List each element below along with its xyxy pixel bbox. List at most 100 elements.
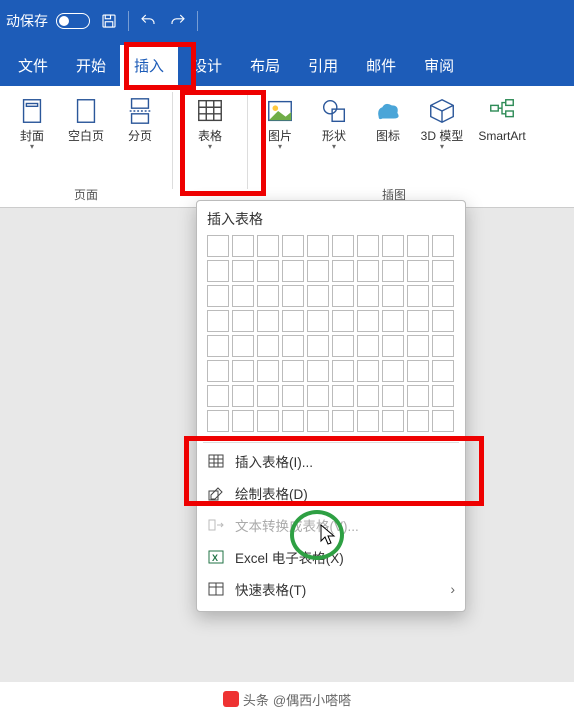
grid-cell[interactable]	[257, 310, 279, 332]
grid-cell[interactable]	[432, 335, 454, 357]
save-icon[interactable]	[98, 10, 120, 32]
grid-cell[interactable]	[382, 385, 404, 407]
grid-cell[interactable]	[257, 285, 279, 307]
grid-cell[interactable]	[382, 360, 404, 382]
page-break-button[interactable]: 分页	[114, 90, 166, 184]
tab-design[interactable]: 设计	[178, 45, 236, 86]
cover-page-button[interactable]: 封面▾	[6, 90, 58, 184]
tab-layout[interactable]: 布局	[236, 45, 294, 86]
tab-file[interactable]: 文件	[4, 45, 62, 86]
grid-cell[interactable]	[282, 410, 304, 432]
grid-cell[interactable]	[282, 235, 304, 257]
grid-cell[interactable]	[432, 260, 454, 282]
grid-cell[interactable]	[382, 410, 404, 432]
grid-cell[interactable]	[332, 310, 354, 332]
grid-cell[interactable]	[432, 385, 454, 407]
menu-insert-table[interactable]: 插入表格(I)...	[197, 445, 465, 477]
grid-cell[interactable]	[407, 410, 429, 432]
grid-cell[interactable]	[332, 335, 354, 357]
grid-cell[interactable]	[407, 285, 429, 307]
grid-cell[interactable]	[257, 235, 279, 257]
menu-quick-tables[interactable]: 快速表格(T) ›	[197, 573, 465, 605]
grid-cell[interactable]	[382, 260, 404, 282]
grid-cell[interactable]	[282, 335, 304, 357]
grid-cell[interactable]	[232, 410, 254, 432]
grid-cell[interactable]	[207, 410, 229, 432]
grid-cell[interactable]	[407, 335, 429, 357]
icons-button[interactable]: 图标	[362, 90, 414, 184]
grid-cell[interactable]	[332, 260, 354, 282]
grid-cell[interactable]	[357, 285, 379, 307]
grid-cell[interactable]	[332, 410, 354, 432]
blank-page-button[interactable]: 空白页	[60, 90, 112, 184]
grid-cell[interactable]	[432, 310, 454, 332]
tab-insert[interactable]: 插入	[120, 45, 178, 86]
tab-references[interactable]: 引用	[294, 45, 352, 86]
grid-cell[interactable]	[382, 235, 404, 257]
grid-cell[interactable]	[207, 335, 229, 357]
grid-cell[interactable]	[207, 235, 229, 257]
grid-cell[interactable]	[282, 360, 304, 382]
grid-cell[interactable]	[257, 410, 279, 432]
grid-cell[interactable]	[332, 285, 354, 307]
grid-cell[interactable]	[232, 335, 254, 357]
undo-icon[interactable]	[137, 10, 159, 32]
tab-mail[interactable]: 邮件	[352, 45, 410, 86]
grid-cell[interactable]	[332, 235, 354, 257]
grid-cell[interactable]	[332, 360, 354, 382]
grid-cell[interactable]	[357, 360, 379, 382]
grid-cell[interactable]	[257, 385, 279, 407]
grid-cell[interactable]	[307, 235, 329, 257]
grid-cell[interactable]	[432, 285, 454, 307]
grid-cell[interactable]	[432, 360, 454, 382]
grid-cell[interactable]	[432, 235, 454, 257]
grid-cell[interactable]	[307, 385, 329, 407]
grid-cell[interactable]	[207, 310, 229, 332]
grid-cell[interactable]	[357, 260, 379, 282]
grid-cell[interactable]	[232, 260, 254, 282]
grid-cell[interactable]	[232, 385, 254, 407]
grid-cell[interactable]	[307, 260, 329, 282]
grid-cell[interactable]	[232, 285, 254, 307]
grid-cell[interactable]	[382, 310, 404, 332]
tab-home[interactable]: 开始	[62, 45, 120, 86]
menu-draw-table[interactable]: 绘制表格(D)	[197, 477, 465, 509]
pictures-button[interactable]: 图片▾	[254, 90, 306, 184]
grid-cell[interactable]	[207, 285, 229, 307]
grid-cell[interactable]	[407, 260, 429, 282]
grid-cell[interactable]	[207, 385, 229, 407]
grid-cell[interactable]	[282, 385, 304, 407]
table-size-grid[interactable]	[197, 235, 465, 440]
grid-cell[interactable]	[307, 360, 329, 382]
grid-cell[interactable]	[257, 335, 279, 357]
tab-review[interactable]: 审阅	[410, 45, 468, 86]
shapes-button[interactable]: 形状▾	[308, 90, 360, 184]
grid-cell[interactable]	[257, 260, 279, 282]
grid-cell[interactable]	[282, 260, 304, 282]
grid-cell[interactable]	[357, 410, 379, 432]
grid-cell[interactable]	[282, 310, 304, 332]
menu-excel-spreadsheet[interactable]: X Excel 电子表格(X)	[197, 541, 465, 573]
grid-cell[interactable]	[432, 410, 454, 432]
autosave-toggle[interactable]	[56, 13, 90, 29]
grid-cell[interactable]	[282, 285, 304, 307]
table-button[interactable]: 表格▾	[179, 90, 241, 187]
grid-cell[interactable]	[232, 310, 254, 332]
grid-cell[interactable]	[407, 310, 429, 332]
grid-cell[interactable]	[207, 260, 229, 282]
grid-cell[interactable]	[307, 410, 329, 432]
grid-cell[interactable]	[357, 310, 379, 332]
grid-cell[interactable]	[307, 285, 329, 307]
grid-cell[interactable]	[357, 385, 379, 407]
smartart-button[interactable]: SmartArt	[470, 90, 534, 184]
grid-cell[interactable]	[382, 335, 404, 357]
grid-cell[interactable]	[207, 360, 229, 382]
grid-cell[interactable]	[382, 285, 404, 307]
grid-cell[interactable]	[232, 360, 254, 382]
redo-icon[interactable]	[167, 10, 189, 32]
grid-cell[interactable]	[257, 360, 279, 382]
grid-cell[interactable]	[357, 235, 379, 257]
grid-cell[interactable]	[332, 385, 354, 407]
grid-cell[interactable]	[407, 235, 429, 257]
grid-cell[interactable]	[357, 335, 379, 357]
